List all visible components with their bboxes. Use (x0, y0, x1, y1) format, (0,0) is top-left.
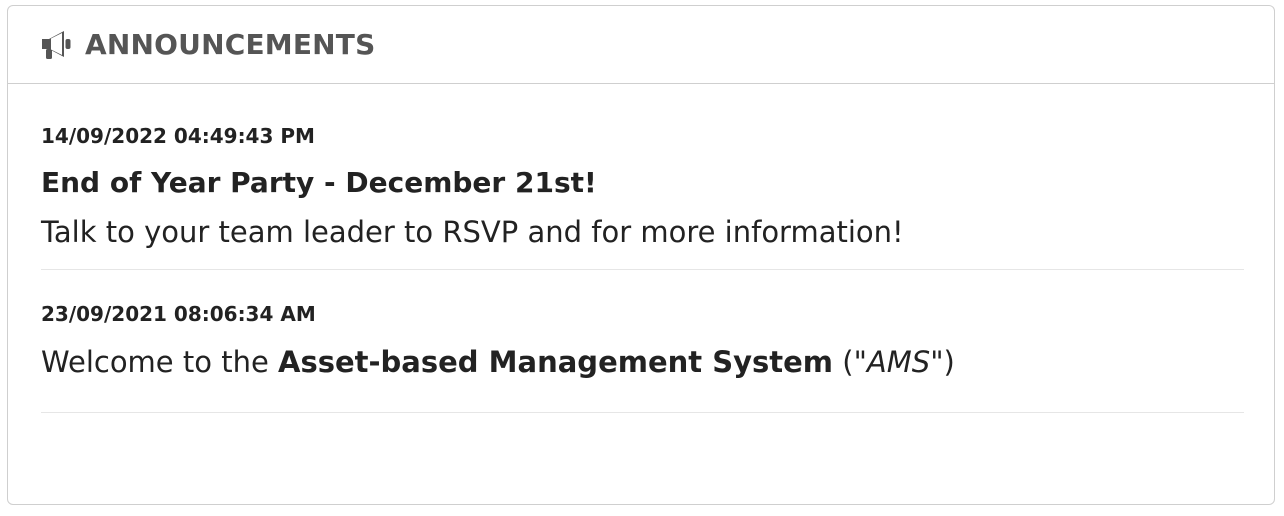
announcements-panel: ANNOUNCEMENTS 14/09/2022 04:49:43 PM End… (7, 5, 1275, 505)
announcement-text-close: ") (930, 345, 955, 379)
announcement-text: Talk to your team leader to RSVP and for… (41, 215, 904, 249)
announcement-text: Welcome to the Asset-based Management Sy… (41, 346, 1244, 378)
announcement-item: 23/09/2021 08:06:34 AM Welcome to the As… (41, 270, 1244, 413)
panel-title: ANNOUNCEMENTS (85, 28, 376, 61)
announcement-text-open: (" (833, 345, 867, 379)
announcements-list: 14/09/2022 04:49:43 PM End of Year Party… (8, 84, 1274, 413)
announcement-item: 14/09/2022 04:49:43 PM End of Year Party… (41, 84, 1244, 270)
announcement-text-bold: Asset-based Management System (278, 345, 834, 379)
announcement-text-italic: AMS (866, 345, 931, 379)
announcement-date: 23/09/2021 08:06:34 AM (41, 302, 316, 326)
announcement-date: 14/09/2022 04:49:43 PM (41, 124, 315, 148)
panel-header: ANNOUNCEMENTS (8, 6, 1274, 84)
megaphone-icon (40, 28, 76, 62)
announcement-title: End of Year Party - December 21st! (41, 166, 597, 199)
announcement-text-prefix: Welcome to the (41, 345, 279, 379)
